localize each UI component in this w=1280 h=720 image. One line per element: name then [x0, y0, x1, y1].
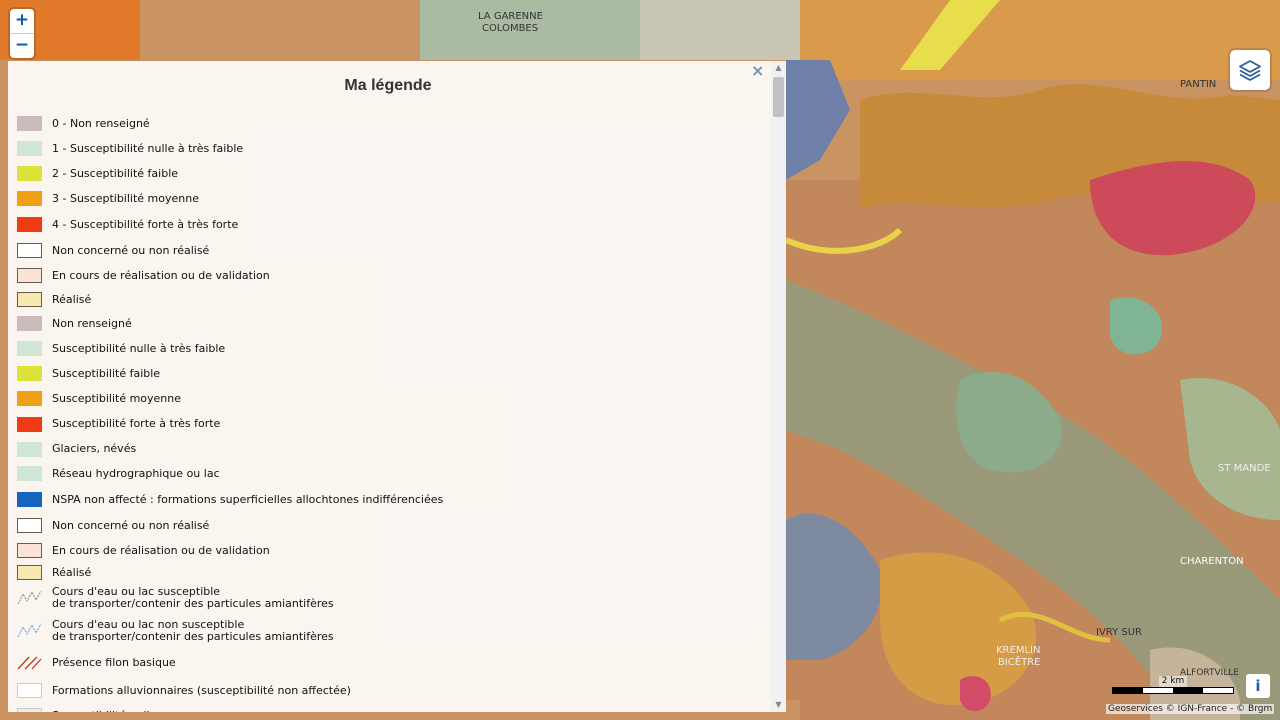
scale-bar: 2 km: [1112, 676, 1234, 694]
legend-item: Non concerné ou non réalisé: [17, 513, 757, 538]
layers-icon: [1239, 60, 1261, 81]
legend-item: 3 - Susceptibilité moyenne: [17, 186, 757, 211]
legend-swatch: [17, 565, 42, 580]
legend-item: 2 - Susceptibilité faible: [17, 161, 757, 186]
legend-item-label: Susceptibilité faible: [52, 366, 161, 380]
legend-item-label: En cours de réalisation ou de validation: [52, 268, 270, 282]
legend-item: Susceptibilité moyenne: [17, 386, 757, 411]
legend-item: Glaciers, névés: [17, 437, 757, 461]
legend-item: 1 - Susceptibilité nulle à très faible: [17, 136, 757, 161]
legend-item-label: Réalisé: [52, 565, 92, 579]
legend-swatch: [17, 589, 42, 607]
place-label: PANTIN: [1180, 79, 1217, 90]
scale-bar-graphic: [1112, 687, 1234, 694]
legend-item: Non renseigné: [17, 311, 757, 336]
zoom-in-button[interactable]: +: [10, 9, 34, 33]
legend-item: Susceptibilité nulle à très faible: [17, 336, 757, 361]
legend-item: Susceptibilité nulle: [17, 703, 757, 712]
legend-swatch: [17, 543, 42, 558]
legend-item-label: 3 - Susceptibilité moyenne: [52, 191, 199, 205]
legend-swatch: [17, 341, 42, 356]
info-button[interactable]: i: [1246, 674, 1270, 698]
legend-swatch: [17, 708, 42, 712]
legend-item: En cours de réalisation ou de validation: [17, 263, 757, 288]
legend-swatch: [17, 116, 42, 131]
legend-item: Réseau hydrographique ou lac: [17, 461, 757, 486]
place-label: BICÊTRE: [998, 657, 1041, 668]
place-label: IVRY SUR: [1096, 627, 1143, 638]
legend-swatch: [17, 655, 42, 670]
legend-swatch: [17, 416, 42, 432]
legend-item-label: Cours d'eau ou lac susceptible de transp…: [52, 585, 334, 610]
legend-item: Formations alluvionnaires (susceptibilit…: [17, 678, 757, 703]
legend-list: 0 - Non renseigné 1 - Susceptibilité null…: [17, 111, 757, 712]
place-label: COLOMBES: [482, 23, 539, 34]
legend-scrollbar[interactable]: ▲ ▼: [771, 61, 786, 712]
place-label: CHARENTON: [1180, 556, 1244, 567]
legend-title: Ma légende: [344, 77, 432, 94]
place-label: LA GARENNE: [478, 11, 543, 22]
scroll-up-icon[interactable]: ▲: [771, 61, 786, 75]
legend-item: Cours d'eau ou lac non susceptible de tr…: [17, 614, 757, 647]
legend-item: En cours de réalisation ou de validation: [17, 538, 757, 563]
legend-item-label: 1 - Susceptibilité nulle à très faible: [52, 141, 244, 155]
legend-item: Susceptibilité faible: [17, 361, 757, 386]
legend-item-label: Non concerné ou non réalisé: [52, 518, 210, 532]
legend-item-label: 2 - Susceptibilité faible: [52, 166, 179, 180]
legend-item-label: Cours d'eau ou lac non susceptible de tr…: [52, 617, 334, 643]
legend-item: 4 - Susceptibilité forte à très forte: [17, 211, 757, 238]
legend-item-label: Présence filon basique: [52, 655, 176, 669]
attribution: Geoservices © IGN-France - © Brgm: [1106, 704, 1275, 714]
layers-button[interactable]: [1230, 50, 1270, 90]
legend-swatch: [17, 441, 42, 457]
legend-item-label: 0 - Non renseigné: [52, 116, 150, 130]
legend-swatch: [17, 622, 42, 640]
legend-swatch: [17, 141, 42, 156]
legend-panel: × Ma légende 0 - Non renseigné 1 - Suscep…: [8, 61, 786, 712]
legend-item-label: 4 - Susceptibilité forte à très forte: [52, 217, 239, 231]
scroll-thumb[interactable]: [773, 77, 784, 117]
legend-swatch: [17, 391, 42, 406]
legend-item: Susceptibilité forte à très forte: [17, 411, 757, 437]
legend-item-label: En cours de réalisation ou de validation: [52, 543, 270, 557]
legend-item: NSPA non affecté : formations superficie…: [17, 486, 757, 513]
legend-item: Non concerné ou non réalisé: [17, 238, 757, 263]
legend-item-label: Non renseigné: [52, 316, 132, 330]
legend-swatch: [17, 243, 42, 258]
zoom-out-button[interactable]: −: [10, 33, 34, 58]
legend-item: Cours d'eau ou lac susceptible de transp…: [17, 582, 757, 614]
scroll-down-icon[interactable]: ▼: [771, 698, 786, 712]
legend-swatch: [17, 166, 42, 181]
scale-label: 2 km: [1159, 676, 1187, 687]
legend-item: 0 - Non renseigné: [17, 111, 757, 136]
legend-swatch: [17, 466, 42, 481]
legend-swatch: [17, 366, 42, 381]
legend-item-label: Susceptibilité nulle à très faible: [52, 341, 226, 355]
legend-swatch: [17, 492, 42, 507]
zoom-control: + −: [10, 9, 34, 58]
legend-item-label: Susceptibilité nulle: [52, 709, 156, 712]
legend-swatch: [17, 316, 42, 331]
legend-swatch: [17, 217, 42, 232]
legend-swatch: [17, 683, 42, 698]
legend-item-label: Formations alluvionnaires (susceptibilit…: [52, 683, 351, 697]
legend-item-label: Réalisé: [52, 292, 92, 306]
legend-item: Réalisé: [17, 563, 757, 582]
legend-item-label: Glaciers, névés: [52, 442, 137, 455]
legend-item: Présence filon basique: [17, 647, 757, 678]
place-label: ST MANDE: [1218, 463, 1271, 474]
legend-swatch: [17, 292, 42, 307]
legend-item-label: Non concerné ou non réalisé: [52, 243, 210, 257]
legend-item-label: Susceptibilité moyenne: [52, 391, 182, 405]
legend-swatch: [17, 268, 42, 283]
legend-item-label: Réseau hydrographique ou lac: [52, 466, 220, 480]
legend-item-label: NSPA non affecté : formations superficie…: [52, 492, 444, 506]
legend-item-label: Susceptibilité forte à très forte: [52, 417, 221, 430]
legend-item: Réalisé: [17, 288, 757, 311]
place-label: KREMLIN: [996, 645, 1041, 656]
legend-swatch: [17, 518, 42, 533]
legend-swatch: [17, 191, 42, 206]
